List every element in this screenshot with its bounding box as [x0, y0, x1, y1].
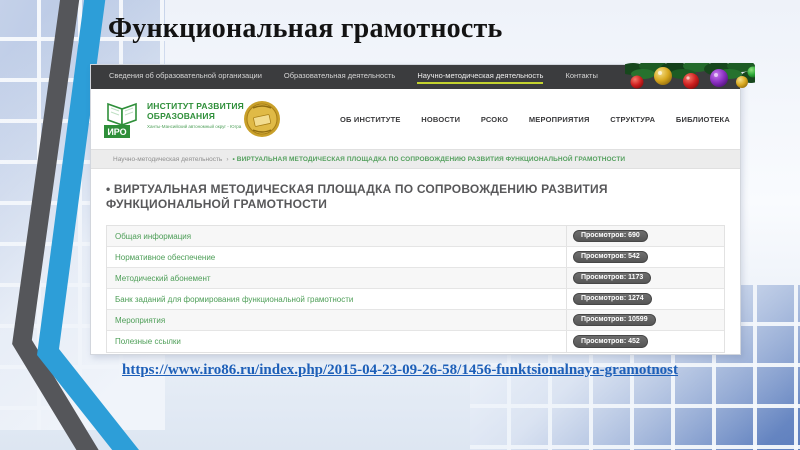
table-row: Методический абонемент Просмотров: 1173	[107, 268, 724, 289]
topnav-item-org-info[interactable]: Сведения об образовательной организации	[109, 71, 262, 84]
row-link[interactable]: Полезные ссылки	[107, 337, 566, 346]
breadcrumb-separator: ›	[226, 155, 229, 163]
breadcrumb-current: • ВИРТУАЛЬНАЯ МЕТОДИЧЕСКАЯ ПЛОЩАДКА ПО С…	[232, 155, 626, 163]
topnav-item-methodical-activity[interactable]: Научно-методическая деятельность	[417, 71, 544, 84]
row-link[interactable]: Методический абонемент	[107, 274, 566, 283]
website-screenshot: Сведения об образовательной организации …	[90, 63, 755, 355]
logo-abbr: ИРО	[107, 127, 126, 137]
views-badge: Просмотров: 1173	[573, 271, 652, 285]
menu-item-about[interactable]: ОБ ИНСТИТУТЕ	[340, 115, 401, 124]
menu-item-news[interactable]: НОВОСТИ	[421, 115, 460, 124]
menu-item-rsoko[interactable]: РСОКО	[481, 115, 508, 124]
source-url-link[interactable]: https://www.iro86.ru/index.php/2015-04-2…	[0, 362, 800, 379]
logo-region: Ханты-Мансийский автономный округ - Югра	[147, 123, 242, 129]
page-content: • ВИРТУАЛЬНАЯ МЕТОДИЧЕСКАЯ ПЛОЩАДКА ПО С…	[91, 169, 740, 353]
slide-title: Функциональная грамотность	[108, 13, 503, 44]
menu-item-library[interactable]: БИБЛИОТЕКА	[676, 115, 730, 124]
views-badge: Просмотров: 542	[573, 250, 648, 264]
links-table: Общая информация Просмотров: 690 Нормати…	[106, 225, 725, 353]
site-header: ИРО ИНСТИТУТ РАЗВИТИЯ ОБРАЗОВАНИЯ Ханты-…	[91, 89, 740, 149]
table-row: Мероприятия Просмотров: 10599	[107, 310, 724, 331]
topnav-item-edu-activity[interactable]: Образовательная деятельность	[284, 71, 395, 84]
views-badge: Просмотров: 10599	[573, 313, 656, 327]
logo-name-line2: ОБРАЗОВАНИЯ	[147, 110, 216, 121]
row-link[interactable]: Мероприятия	[107, 316, 566, 325]
row-link[interactable]: Банк заданий для формирования функционал…	[107, 295, 566, 304]
views-badge: Просмотров: 1274	[573, 292, 652, 306]
award-medal-icon	[244, 101, 280, 137]
row-link[interactable]: Нормативное обеспечение	[107, 253, 566, 262]
menu-item-structure[interactable]: СТРУКТУРА	[610, 115, 655, 124]
slide: Функциональная грамотность Сведения об о…	[0, 0, 800, 450]
menu-item-events[interactable]: МЕРОПРИЯТИЯ	[529, 115, 590, 124]
page-heading: • ВИРТУАЛЬНАЯ МЕТОДИЧЕСКАЯ ПЛОЩАДКА ПО С…	[106, 182, 608, 211]
site-topnav: Сведения об образовательной организации …	[91, 63, 755, 89]
logo-book-icon: ИРО	[104, 102, 137, 138]
table-row: Банк заданий для формирования функционал…	[107, 289, 724, 310]
breadcrumb-parent-link[interactable]: Научно-методическая деятельность	[113, 156, 222, 163]
row-link[interactable]: Общая информация	[107, 232, 566, 241]
site-menu: ОБ ИНСТИТУТЕ НОВОСТИ РСОКО МЕРОПРИЯТИЯ С…	[340, 89, 730, 149]
breadcrumb: Научно-методическая деятельность › • ВИР…	[91, 149, 740, 169]
logo-text: ИНСТИТУТ РАЗВИТИЯ ОБРАЗОВАНИЯ Ханты-Манс…	[147, 98, 244, 129]
topnav-item-contacts[interactable]: Контакты	[565, 71, 597, 84]
views-badge: Просмотров: 690	[573, 229, 648, 243]
table-row: Общая информация Просмотров: 690	[107, 226, 724, 247]
views-badge: Просмотров: 452	[573, 335, 648, 348]
table-row: Полезные ссылки Просмотров: 452	[107, 331, 724, 352]
table-row: Нормативное обеспечение Просмотров: 542	[107, 247, 724, 268]
site-logo[interactable]: ИРО ИНСТИТУТ РАЗВИТИЯ ОБРАЗОВАНИЯ Ханты-…	[104, 98, 244, 140]
